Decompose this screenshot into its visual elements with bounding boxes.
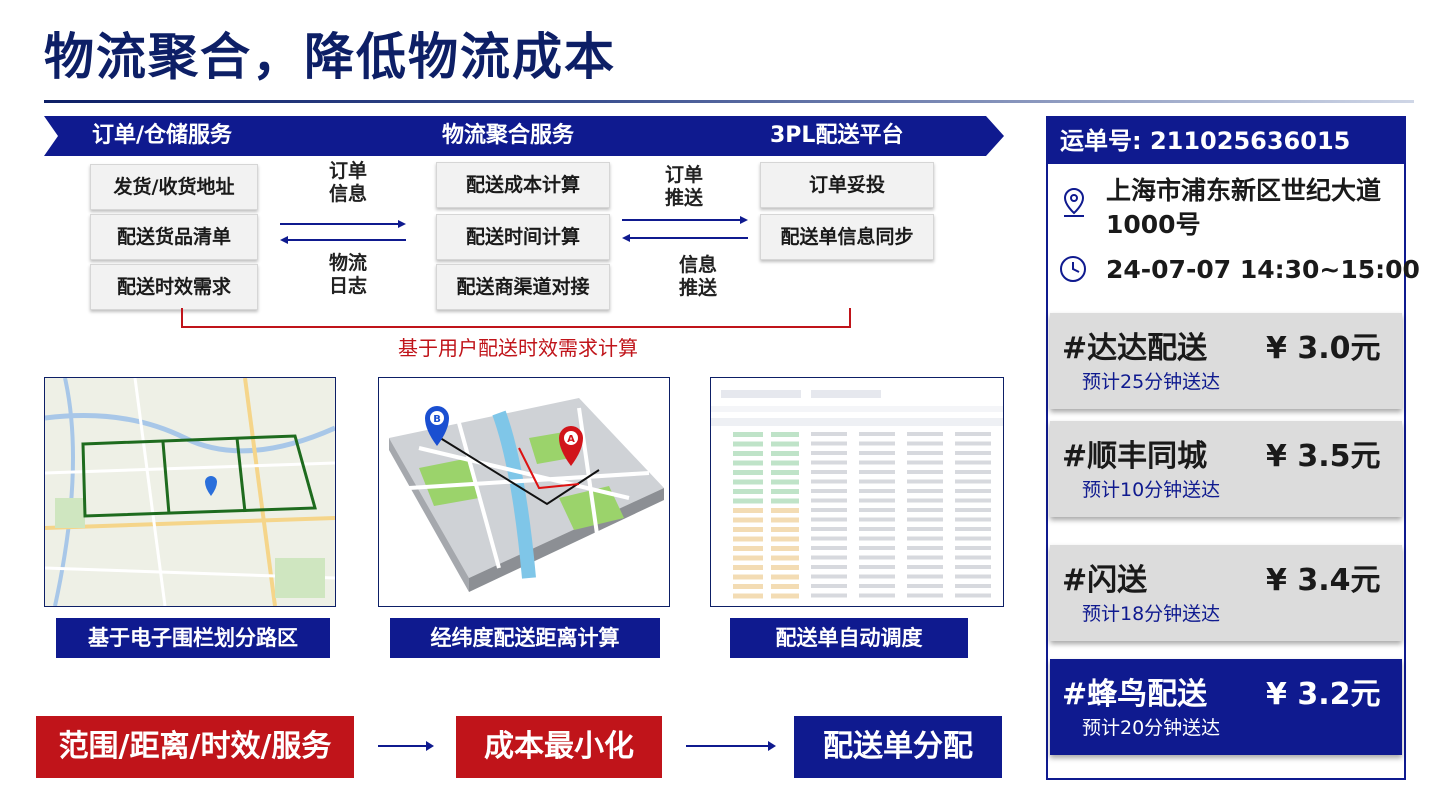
courier-name: #蜂鸟配送 — [1062, 677, 1208, 712]
arrow-label-line: 信息 — [678, 254, 717, 276]
delivery-time: 24-07-07 14:30~15:00 — [1106, 255, 1420, 284]
page-title: 物流聚合，降低物流成本 — [44, 28, 616, 86]
location-icon — [1063, 187, 1085, 217]
courier-option-sf[interactable]: #顺丰同城 ¥ 3.5元 预计10分钟送达 — [1050, 421, 1402, 517]
box-sync: 配送单信息同步 — [760, 214, 934, 260]
caption-geofence: 基于电子围栏划分路区 — [56, 618, 330, 658]
box-delivered: 订单妥投 — [760, 162, 934, 208]
caption-dispatch: 配送单自动调度 — [730, 618, 968, 658]
courier-eta: 预计25分钟送达 — [1082, 371, 1221, 393]
arrow-label-line: 订单 — [328, 160, 367, 182]
courier-price: ¥ 3.5元 — [1266, 439, 1381, 474]
flow-step-criteria: 范围/距离/时效/服务 — [36, 716, 354, 778]
flow-arrow-1 — [378, 741, 434, 751]
order-number: 运单号: 211025636015 — [1060, 127, 1351, 155]
arrow-label-info-push: 信息 推送 — [668, 254, 728, 300]
courier-option-shansong[interactable]: #闪送 ¥ 3.4元 预计18分钟送达 — [1050, 545, 1402, 641]
flow-step-assign: 配送单分配 — [794, 716, 1002, 778]
clock-icon — [1060, 256, 1086, 282]
band-label-3pl: 3PL配送平台 — [770, 123, 904, 148]
order-header: 运单号: 211025636015 — [1048, 118, 1404, 164]
flow-step-cost-min: 成本最小化 — [456, 716, 662, 778]
arrow-label-logistics-log: 物流 日志 — [318, 252, 378, 298]
arrow-label-line: 订单 — [664, 164, 703, 186]
arrow-pair-right — [622, 216, 748, 242]
pin-b-label: B — [433, 414, 441, 425]
courier-name: #达达配送 — [1062, 331, 1208, 366]
courier-eta: 预计18分钟送达 — [1082, 603, 1221, 625]
courier-price: ¥ 3.0元 — [1266, 331, 1381, 366]
box-time-calc: 配送时间计算 — [436, 214, 610, 260]
arrow-label-order-info: 订单 信息 — [318, 160, 378, 206]
band-label-order-warehouse: 订单/仓储服务 — [92, 123, 233, 148]
band-label-aggregation: 物流聚合服务 — [442, 123, 575, 148]
arrow-pair-left — [280, 220, 406, 244]
flow-arrow-2 — [686, 741, 776, 751]
distance-map-image: B A — [378, 377, 670, 607]
box-time-requirement: 配送时效需求 — [90, 264, 258, 310]
arrow-label-order-push: 订单 推送 — [654, 164, 714, 210]
courier-name: #闪送 — [1062, 563, 1148, 598]
box-cost-calc: 配送成本计算 — [436, 162, 610, 208]
arrow-label-line: 推送 — [664, 187, 703, 209]
box-goods-list: 配送货品清单 — [90, 214, 258, 260]
arrow-label-line: 信息 — [328, 183, 367, 205]
courier-price: ¥ 3.4元 — [1266, 563, 1381, 598]
courier-eta: 预计20分钟送达 — [1082, 717, 1221, 739]
courier-eta: 预计10分钟送达 — [1082, 479, 1221, 501]
box-address: 发货/收货地址 — [90, 164, 258, 210]
box-channel: 配送商渠道对接 — [436, 264, 610, 310]
arrow-label-line: 物流 — [328, 252, 367, 274]
red-bracket — [181, 308, 851, 328]
courier-price: ¥ 3.2元 — [1266, 677, 1381, 712]
arrow-label-line: 推送 — [678, 277, 717, 299]
title-divider — [44, 100, 1414, 103]
courier-option-dada[interactable]: #达达配送 ¥ 3.0元 预计25分钟送达 — [1050, 313, 1402, 409]
courier-name: #顺丰同城 — [1062, 439, 1208, 474]
courier-option-fengniao-selected[interactable]: #蜂鸟配送 ¥ 3.2元 预计20分钟送达 — [1050, 659, 1402, 755]
arrow-label-line: 日志 — [328, 275, 367, 297]
address-line-2: 1000号 — [1106, 210, 1201, 239]
bracket-caption: 基于用户配送时效需求计算 — [398, 336, 638, 360]
delivery-address: 上海市浦东新区世纪大道 1000号 — [1106, 174, 1381, 242]
dispatch-table-image — [710, 377, 1004, 607]
caption-distance: 经纬度配送距离计算 — [390, 618, 660, 658]
address-line-1: 上海市浦东新区世纪大道 — [1106, 176, 1382, 205]
geofence-map-image — [44, 377, 336, 607]
pin-a-label: A — [567, 434, 575, 445]
